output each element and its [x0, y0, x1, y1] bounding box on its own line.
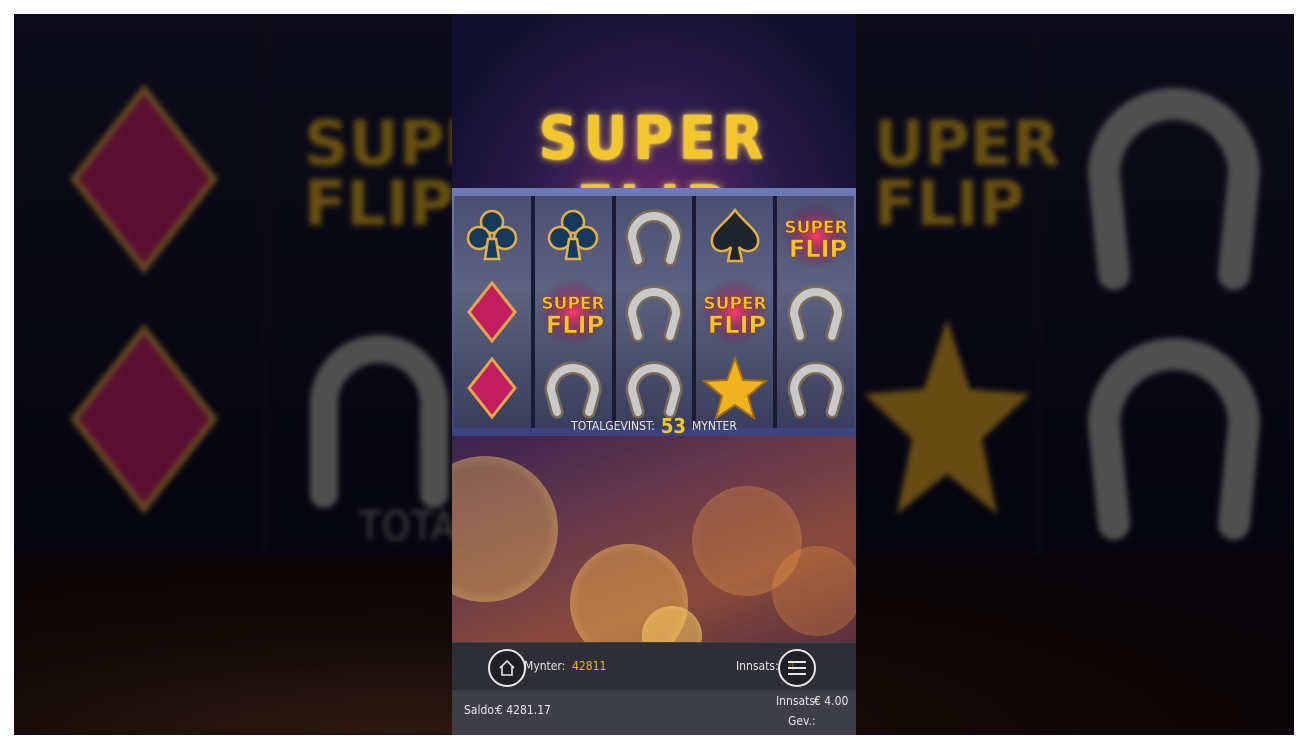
horseshoe-icon [787, 285, 845, 343]
spade-icon [710, 207, 760, 263]
svg-text:FLIP: FLIP [708, 311, 766, 339]
club-icon [547, 209, 599, 261]
reel-frame: SUPER FLIP SUPER FLIP SUPER FLIP [452, 188, 856, 436]
coins-value: 42811 [572, 659, 607, 673]
balance-label: Saldo: [464, 703, 498, 717]
total-win: TOTALGEVINST: 53 MYNTER [452, 414, 856, 438]
svg-text:FLIP: FLIP [788, 235, 846, 263]
menu-icon [788, 661, 806, 675]
club-icon [467, 209, 518, 261]
reel-symbol [454, 274, 531, 350]
footer-bar: Saldo: € 4281.17 Innsats: € 4.00 Gev.: [452, 690, 856, 735]
control-bar: Mynter: 42811 Innsats: 4 [452, 642, 856, 691]
diamond-icon [467, 280, 518, 344]
reel-symbol: SUPER FLIP [535, 274, 612, 350]
footer-bet-label: Innsats: [776, 694, 819, 708]
horseshoe-icon [310, 335, 448, 508]
diamond-icon [467, 356, 518, 420]
total-win-unit: MYNTER [691, 419, 737, 433]
horseshoe-icon [625, 361, 683, 419]
footer-bet-value: € 4.00 [814, 694, 849, 708]
reel-symbol [616, 274, 693, 350]
super-flip-icon: SUPERFLIP [539, 278, 608, 346]
logo-area: SUPER FLIP [452, 14, 856, 242]
total-win-value: 53 [660, 414, 686, 438]
bokeh-bubble [452, 456, 558, 602]
total-win-label: TOTALGEVINST: [571, 419, 655, 433]
bet-label: Innsats: [736, 659, 779, 673]
horseshoe-icon [787, 361, 845, 419]
reel-symbol [616, 198, 693, 274]
reel-2: SUPER FLIP [534, 196, 612, 428]
bokeh-bubble [772, 546, 856, 636]
super-flip-blur: UPER FLIP [874, 107, 1060, 240]
game-window: SUPERFLIP UPERFLIP TOTAL SUPER FLIP SUPE… [14, 14, 1294, 735]
game-view: SUPER FLIP SUPERFLIPSUPERFLIPSUPERFLIP T… [452, 14, 856, 735]
footer-win-label: Gev.: [788, 714, 816, 728]
reel-symbol [535, 198, 612, 274]
reel-5: SUPER FLIP [777, 196, 854, 428]
horseshoe-icon [1087, 88, 1261, 290]
star-icon [701, 356, 768, 420]
reel-symbol [777, 274, 854, 350]
reel-symbol: SUPER FLIP [696, 274, 773, 350]
super-flip-icon: SUPERFLIP [700, 278, 769, 346]
reel-symbol [696, 198, 773, 274]
reel-1 [454, 196, 531, 428]
diamond-icon [70, 324, 218, 514]
star-icon [864, 319, 1030, 514]
horseshoe-icon [625, 285, 683, 343]
reel-symbol [454, 198, 531, 274]
horseshoe-icon [625, 209, 683, 267]
horseshoe-icon [544, 361, 602, 419]
reels-grid: SUPER FLIP SUPER FLIP SUPER FLIP [454, 196, 854, 428]
menu-button[interactable] [778, 649, 816, 687]
super-flip-icon: SUPERFLIP [781, 202, 850, 270]
home-button[interactable] [488, 649, 526, 687]
balance-value: € 4281.17 [496, 703, 551, 717]
diamond-icon [70, 84, 218, 274]
reel-4: SUPER FLIP [696, 196, 774, 428]
reel-3 [615, 196, 693, 428]
coins-label: Mynter: [524, 659, 566, 673]
reel-symbol: SUPER FLIP [777, 198, 854, 274]
bokeh-background [452, 436, 856, 642]
home-icon [499, 659, 515, 676]
svg-text:FLIP: FLIP [546, 311, 604, 339]
horseshoe-icon [1087, 338, 1261, 540]
